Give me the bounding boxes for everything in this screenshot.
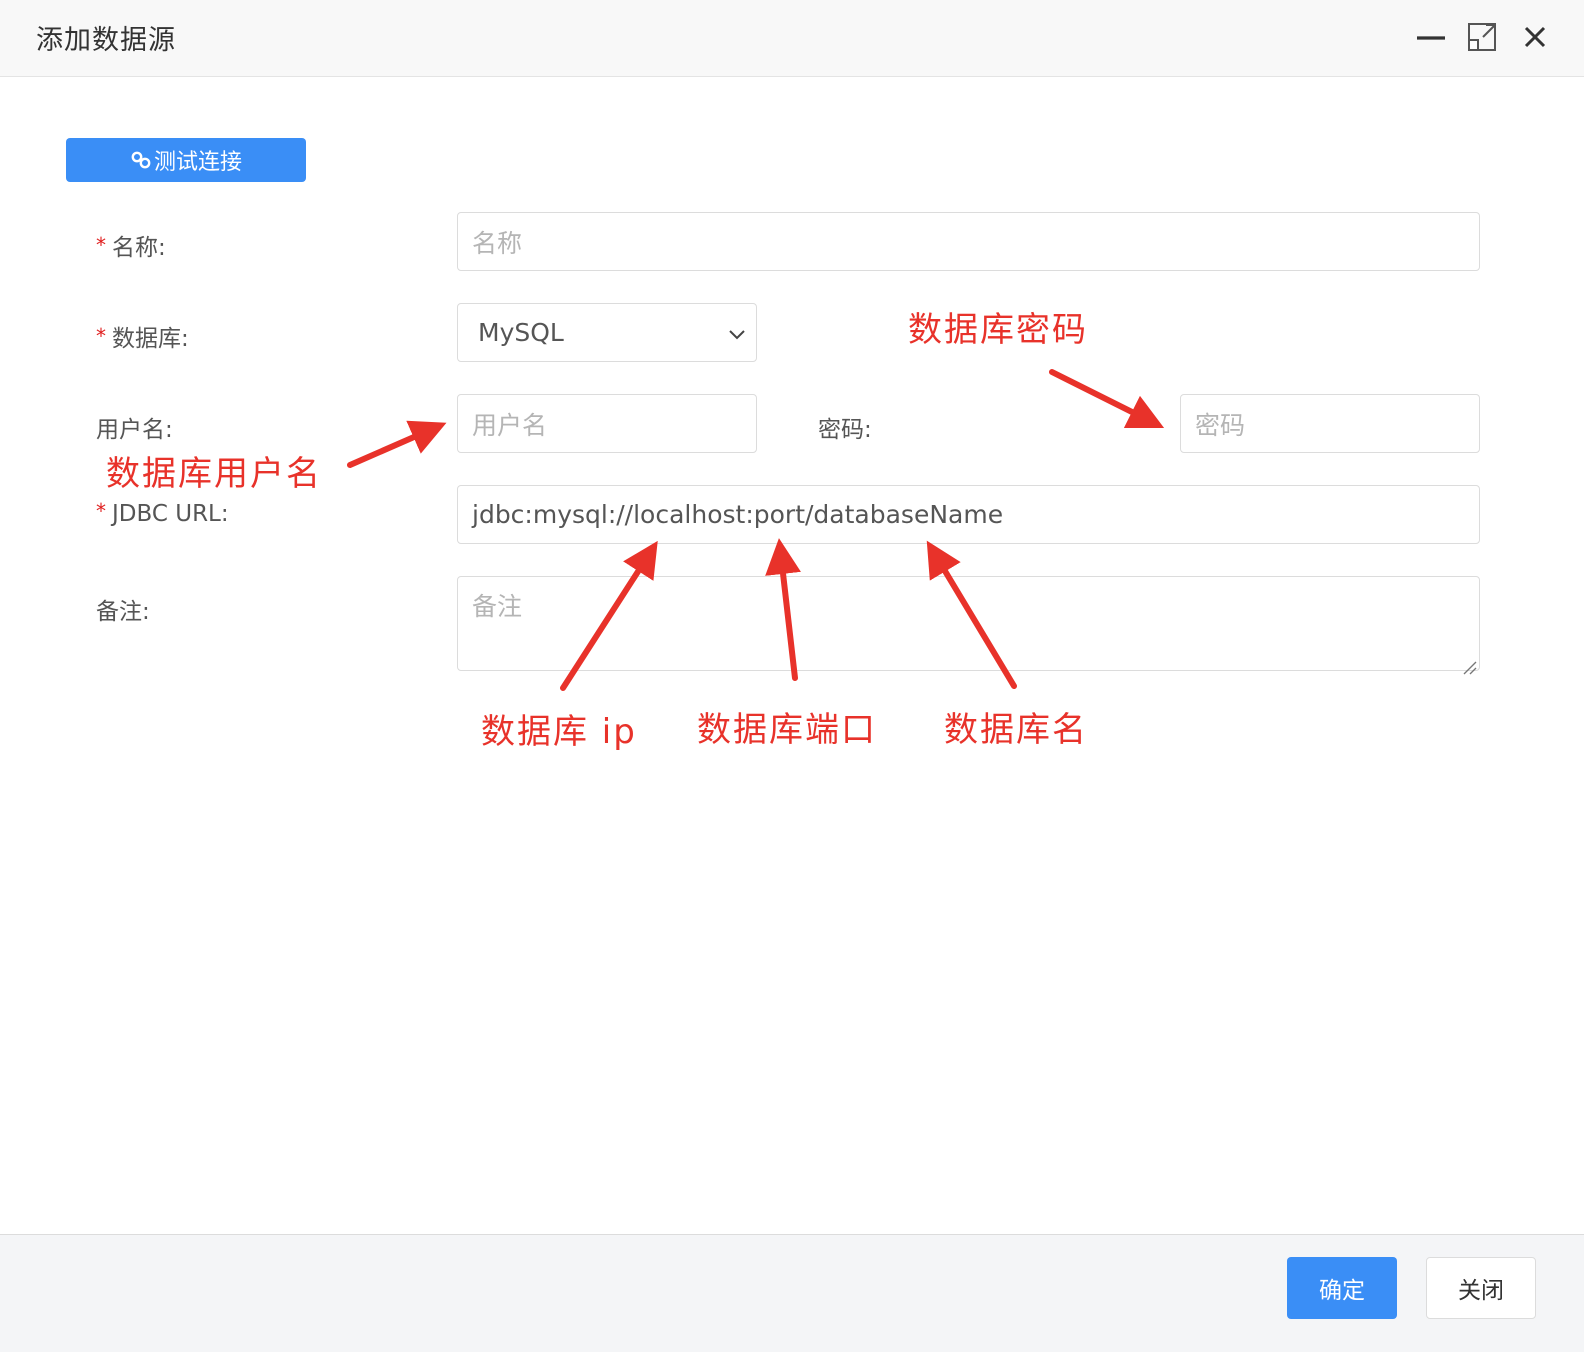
password-label: 密码:: [818, 417, 872, 443]
arrow-to-password: [1049, 369, 1165, 429]
remark-textarea[interactable]: 备注: [457, 576, 1480, 675]
name-placeholder: 名称: [472, 228, 523, 258]
username-placeholder: 用户名: [472, 410, 548, 440]
annotation-db-port: 数据库端口: [697, 710, 877, 750]
database-select-value: MySQL: [478, 318, 564, 347]
add-datasource-dialog: 添加数据源 测试连接 * 名称: 名称 * 数据库: MySQL 用户名: 用户…: [0, 0, 1584, 1352]
annotation-arrows: [347, 369, 1165, 691]
test-connection-button[interactable]: 测试连接: [66, 138, 306, 182]
required-mark: *: [96, 499, 106, 523]
close-button[interactable]: 关闭: [1426, 1257, 1536, 1319]
database-select[interactable]: MySQL: [457, 303, 757, 362]
link-icon: [130, 149, 152, 171]
password-input[interactable]: 密码: [1180, 394, 1480, 453]
jdbc-url-input[interactable]: jdbc:mysql://localhost:port/databaseName: [457, 485, 1480, 544]
dialog-title: 添加数据源: [36, 25, 176, 56]
jdbc-url-value: jdbc:mysql://localhost:port/databaseName: [472, 500, 1004, 529]
required-mark: *: [96, 324, 106, 348]
minimize-icon[interactable]: [1414, 20, 1448, 54]
annotation-db-username: 数据库用户名: [106, 454, 322, 494]
chevron-down-icon: [726, 322, 748, 344]
username-label: 用户名:: [96, 417, 173, 443]
remark-placeholder: 备注: [472, 592, 523, 621]
annotation-db-password: 数据库密码: [908, 310, 1088, 350]
arrow-to-username: [347, 420, 447, 468]
confirm-button[interactable]: 确定: [1287, 1257, 1397, 1319]
remark-label: 备注:: [96, 599, 150, 625]
dialog-footer: 确定 关闭: [0, 1234, 1584, 1352]
password-placeholder: 密码: [1195, 410, 1246, 440]
jdbc-url-label: * JDBC URL:: [96, 499, 229, 527]
name-input[interactable]: 名称: [457, 212, 1480, 271]
annotation-db-ip: 数据库 ip: [481, 712, 637, 752]
title-bar: 添加数据源: [0, 0, 1584, 77]
maximize-icon[interactable]: [1466, 20, 1500, 54]
resize-handle-icon[interactable]: [1461, 652, 1477, 675]
test-connection-label: 测试连接: [153, 150, 242, 175]
name-label: * 名称:: [96, 233, 166, 261]
close-icon[interactable]: [1518, 20, 1552, 54]
required-mark: *: [96, 233, 106, 257]
username-input[interactable]: 用户名: [457, 394, 757, 453]
database-label: * 数据库:: [96, 324, 189, 352]
annotation-db-name: 数据库名: [944, 710, 1088, 750]
